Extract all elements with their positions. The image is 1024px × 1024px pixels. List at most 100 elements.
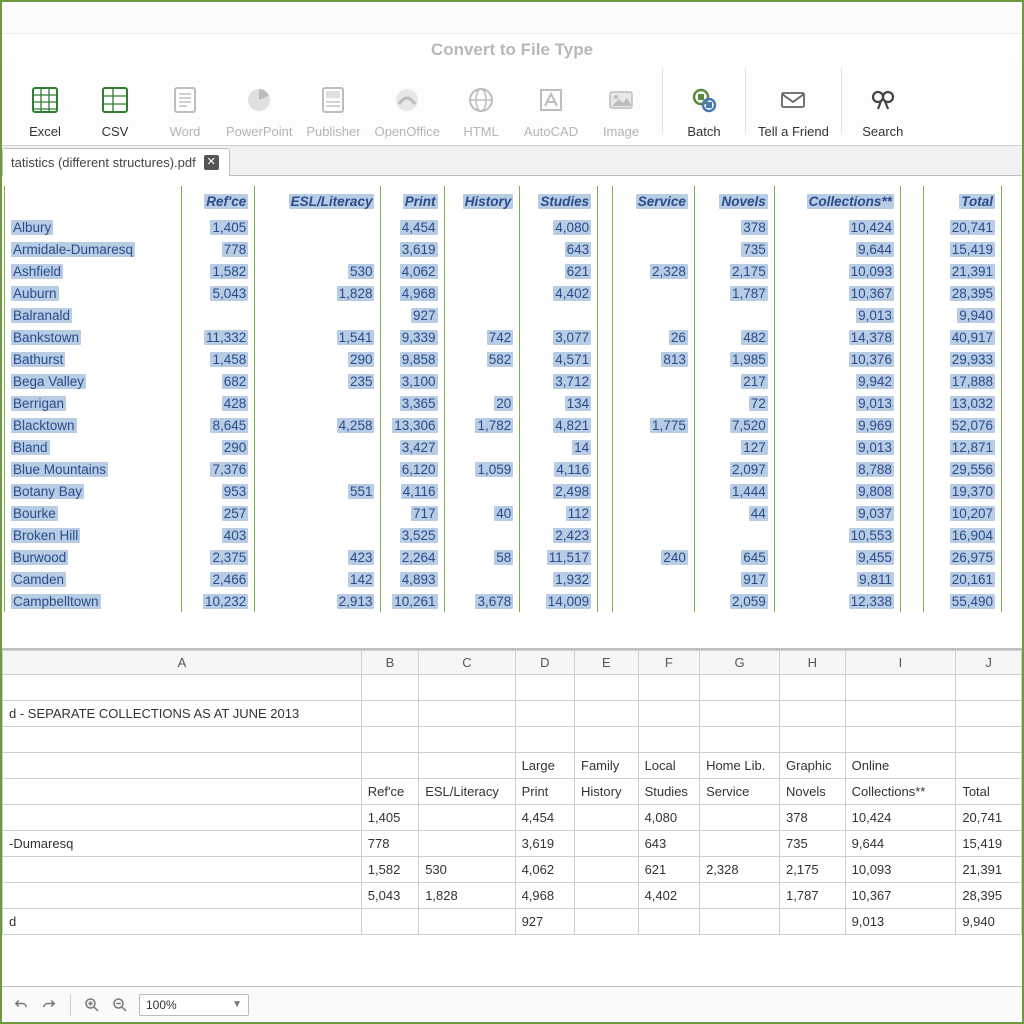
- sheet-cell[interactable]: 5,043: [361, 883, 418, 909]
- sheet-cell[interactable]: [780, 727, 846, 753]
- sheet-cell[interactable]: 643: [638, 831, 700, 857]
- sheet-cell[interactable]: [3, 753, 362, 779]
- sheet-cell[interactable]: 2,328: [700, 857, 780, 883]
- sheet-cell[interactable]: [700, 727, 780, 753]
- close-icon[interactable]: ✕: [204, 155, 219, 170]
- sheet-cell[interactable]: 1,828: [419, 883, 515, 909]
- sheet-cell[interactable]: [419, 831, 515, 857]
- sheet-cell[interactable]: Large: [515, 753, 574, 779]
- sheet-column-header[interactable]: I: [845, 651, 956, 675]
- sheet-cell[interactable]: 15,419: [956, 831, 1022, 857]
- sheet-cell[interactable]: [845, 701, 956, 727]
- sheet-cell[interactable]: [780, 909, 846, 935]
- sheet-cell[interactable]: 3,619: [515, 831, 574, 857]
- csv-button[interactable]: CSV: [80, 63, 150, 139]
- sheet-cell[interactable]: 21,391: [956, 857, 1022, 883]
- sheet-cell[interactable]: Studies: [638, 779, 700, 805]
- sheet-column-header[interactable]: H: [780, 651, 846, 675]
- sheet-cell[interactable]: [419, 727, 515, 753]
- sheet-cell[interactable]: [575, 857, 639, 883]
- sheet-cell[interactable]: [845, 675, 956, 701]
- sheet-cell[interactable]: [575, 805, 639, 831]
- sheet-cell[interactable]: 530: [419, 857, 515, 883]
- sheet-cell[interactable]: [361, 909, 418, 935]
- sheet-cell[interactable]: 10,424: [845, 805, 956, 831]
- sheet-column-header[interactable]: D: [515, 651, 574, 675]
- sheet-cell[interactable]: 10,367: [845, 883, 956, 909]
- sheet-cell[interactable]: [361, 753, 418, 779]
- sheet-column-header[interactable]: A: [3, 651, 362, 675]
- sheet-cell[interactable]: [3, 805, 362, 831]
- document-tab[interactable]: tatistics (different structures).pdf ✕: [2, 148, 230, 176]
- sheet-cell[interactable]: [700, 909, 780, 935]
- sheet-cell[interactable]: [700, 883, 780, 909]
- sheet-cell[interactable]: [361, 675, 418, 701]
- sheet-cell[interactable]: d: [3, 909, 362, 935]
- sheet-cell[interactable]: [575, 831, 639, 857]
- sheet-cell[interactable]: [515, 727, 574, 753]
- sheet-column-header[interactable]: C: [419, 651, 515, 675]
- sheet-column-header[interactable]: J: [956, 651, 1022, 675]
- sheet-cell[interactable]: 9,940: [956, 909, 1022, 935]
- sheet-cell[interactable]: Novels: [780, 779, 846, 805]
- sheet-cell[interactable]: 4,454: [515, 805, 574, 831]
- sheet-cell[interactable]: 28,395: [956, 883, 1022, 909]
- sheet-cell[interactable]: [575, 909, 639, 935]
- zoom-out-icon[interactable]: [111, 996, 129, 1014]
- sheet-cell[interactable]: [3, 857, 362, 883]
- zoom-in-icon[interactable]: [83, 996, 101, 1014]
- sheet-cell[interactable]: -Dumaresq: [3, 831, 362, 857]
- sheet-cell[interactable]: d - SEPARATE COLLECTIONS AS AT JUNE 2013: [3, 701, 362, 727]
- sheet-cell[interactable]: 1,787: [780, 883, 846, 909]
- sheet-cell[interactable]: 20,741: [956, 805, 1022, 831]
- sheet-cell[interactable]: [419, 909, 515, 935]
- search-button[interactable]: Search: [848, 63, 918, 139]
- sheet-cell[interactable]: 378: [780, 805, 846, 831]
- sheet-cell[interactable]: [956, 701, 1022, 727]
- sheet-cell[interactable]: ESL/Literacy: [419, 779, 515, 805]
- redo-icon[interactable]: [40, 996, 58, 1014]
- sheet-cell[interactable]: Print: [515, 779, 574, 805]
- sheet-cell[interactable]: [780, 701, 846, 727]
- sheet-cell[interactable]: [3, 779, 362, 805]
- sheet-cell[interactable]: [700, 831, 780, 857]
- sheet-cell[interactable]: History: [575, 779, 639, 805]
- sheet-cell[interactable]: [575, 701, 639, 727]
- batch-button[interactable]: Batch: [669, 63, 739, 139]
- tell-button[interactable]: Tell a Friend: [752, 63, 835, 139]
- sheet-cell[interactable]: [638, 701, 700, 727]
- sheet-cell[interactable]: 4,080: [638, 805, 700, 831]
- sheet-cell[interactable]: 9,644: [845, 831, 956, 857]
- sheet-column-header[interactable]: F: [638, 651, 700, 675]
- sheet-cell[interactable]: [3, 675, 362, 701]
- sheet-cell[interactable]: [419, 805, 515, 831]
- sheet-cell[interactable]: [419, 753, 515, 779]
- sheet-cell[interactable]: [638, 727, 700, 753]
- sheet-cell[interactable]: [575, 675, 639, 701]
- sheet-cell[interactable]: 9,013: [845, 909, 956, 935]
- sheet-cell[interactable]: [3, 727, 362, 753]
- sheet-cell[interactable]: 735: [780, 831, 846, 857]
- sheet-cell[interactable]: 927: [515, 909, 574, 935]
- sheet-cell[interactable]: [515, 701, 574, 727]
- sheet-cell[interactable]: [515, 675, 574, 701]
- sheet-cell[interactable]: Service: [700, 779, 780, 805]
- sheet-cell[interactable]: 10,093: [845, 857, 956, 883]
- sheet-cell[interactable]: 2,175: [780, 857, 846, 883]
- sheet-cell[interactable]: Graphic: [780, 753, 846, 779]
- sheet-cell[interactable]: [780, 675, 846, 701]
- sheet-cell[interactable]: [419, 701, 515, 727]
- sheet-cell[interactable]: [956, 727, 1022, 753]
- zoom-combo[interactable]: 100% ▼: [139, 994, 249, 1016]
- sheet-cell[interactable]: 1,582: [361, 857, 418, 883]
- sheet-cell[interactable]: [361, 701, 418, 727]
- sheet-column-header[interactable]: E: [575, 651, 639, 675]
- undo-icon[interactable]: [12, 996, 30, 1014]
- sheet-cell[interactable]: [361, 727, 418, 753]
- sheet-cell[interactable]: 4,402: [638, 883, 700, 909]
- sheet-column-header[interactable]: B: [361, 651, 418, 675]
- sheet-cell[interactable]: Home Lib.: [700, 753, 780, 779]
- sheet-cell[interactable]: [575, 727, 639, 753]
- sheet-cell[interactable]: [638, 909, 700, 935]
- spreadsheet-pane[interactable]: ABCDEFGHIJ d - SEPARATE COLLECTIONS AS A…: [2, 648, 1022, 986]
